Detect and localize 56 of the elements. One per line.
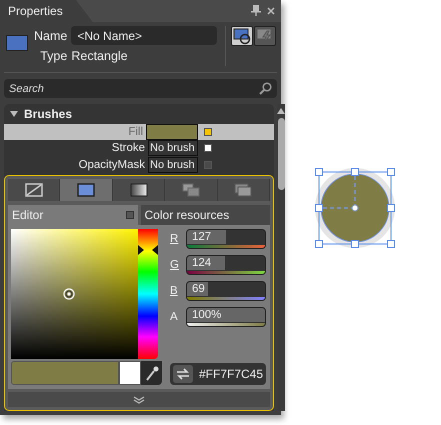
property-row[interactable]: Stroke No brush [4, 140, 274, 157]
channel-label: G [170, 258, 180, 271]
type-label: Type [39, 49, 68, 63]
eyedropper-icon [144, 364, 158, 381]
object-swatch [6, 35, 28, 51]
no-brush-icon [24, 182, 43, 197]
previous-color-swatch[interactable] [119, 360, 141, 385]
property-label: Stroke [112, 142, 146, 154]
name-label: Name [34, 28, 68, 42]
channel-label: A [170, 310, 179, 323]
hex-field[interactable]: #FF7F7C45 [170, 362, 266, 385]
channel-slider[interactable]: 127 [186, 228, 266, 249]
tile-brush-icon [182, 182, 200, 197]
property-row[interactable]: Fill [4, 124, 274, 140]
advanced-marker[interactable] [204, 144, 212, 152]
property-row[interactable]: OpacityMask No brush [4, 156, 274, 173]
editor-tab[interactable]: Editor [8, 204, 138, 225]
resource-brush-icon [234, 182, 252, 197]
swap-button[interactable] [173, 364, 193, 383]
events-button[interactable] [254, 26, 276, 46]
color-cursor[interactable] [63, 288, 75, 300]
channel-label: B [170, 284, 179, 297]
channel-label: R [170, 232, 180, 245]
channel-slider[interactable]: 69 [186, 280, 266, 301]
search-icon [259, 82, 272, 95]
hue-slider[interactable] [138, 228, 158, 359]
scroll-up-icon[interactable] [277, 108, 286, 114]
color-field[interactable] [11, 228, 138, 359]
pin-icon[interactable] [251, 5, 261, 16]
solid-brush-icon [77, 182, 96, 197]
properties-icon [232, 27, 252, 45]
brush-value[interactable]: No brush [148, 156, 198, 173]
close-icon[interactable] [267, 6, 275, 14]
panel-tab[interactable]: Properties [0, 0, 93, 22]
property-label: Fill [128, 126, 144, 138]
gradient-brush-icon [130, 182, 148, 197]
brush-value[interactable]: No brush [148, 140, 198, 156]
search-field[interactable]: Search [4, 79, 277, 98]
property-label: OpacityMask [78, 158, 146, 171]
advanced-marker[interactable] [204, 128, 212, 136]
hue-thumb[interactable] [138, 244, 158, 255]
color-swatch[interactable] [146, 124, 198, 140]
selection-handles[interactable] [313, 166, 397, 250]
eyedropper-button[interactable] [141, 360, 162, 385]
advanced-marker[interactable] [204, 160, 212, 169]
editor-tab[interactable]: Color resources [140, 204, 270, 225]
channel-slider[interactable]: 124 [186, 254, 266, 275]
expand-more-icon[interactable] [133, 396, 146, 404]
channel-slider[interactable]: 100% [186, 306, 266, 327]
brush-type-tab[interactable] [60, 178, 113, 201]
name-field[interactable]: <No Name> [71, 26, 218, 45]
type-value: Rectangle [71, 49, 129, 63]
swap-arrows-icon [176, 368, 190, 380]
properties-button[interactable] [231, 26, 254, 46]
section-header[interactable]: Brushes [4, 104, 274, 124]
expand-icon[interactable] [10, 110, 18, 118]
